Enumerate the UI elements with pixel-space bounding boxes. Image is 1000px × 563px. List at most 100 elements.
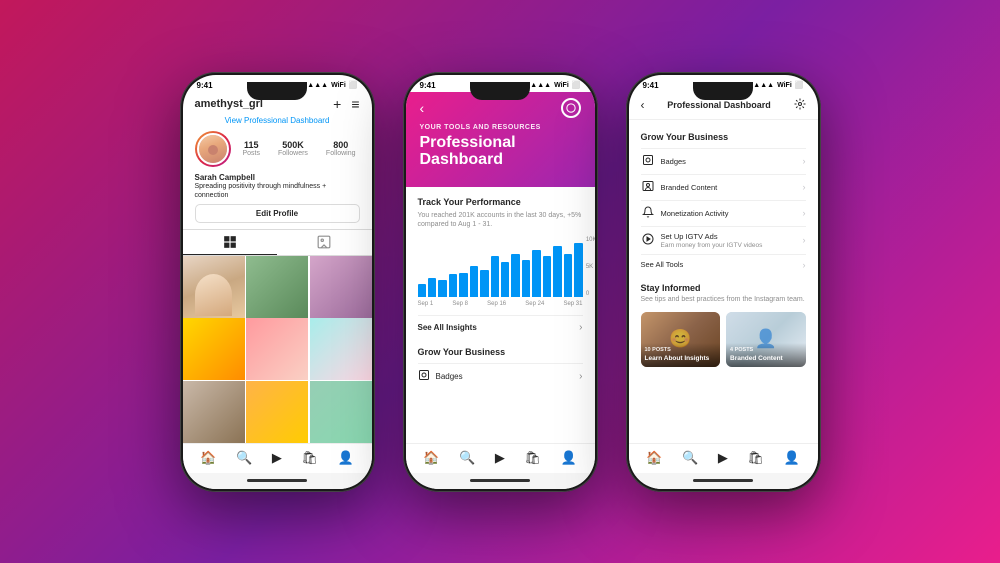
reels-nav-icon-3[interactable]: ▶	[718, 450, 728, 466]
grid-item-9[interactable]	[310, 381, 372, 442]
profile-tabs	[183, 229, 372, 256]
grid-item-6[interactable]	[310, 318, 372, 380]
chart-bar-10	[511, 254, 519, 297]
badges-menu-icon	[641, 154, 655, 169]
profile-nav-icon[interactable]: 👤	[337, 450, 353, 466]
battery-icon-3: ⬜	[795, 81, 804, 89]
label-sep16: Sep 16	[487, 301, 506, 307]
dashboard-content: ‹ Your Tools and Resources Professional …	[406, 92, 595, 443]
username: amethyst_grl	[195, 98, 263, 110]
settings-circle-icon[interactable]	[561, 98, 581, 118]
profile-nav-icon-2[interactable]: 👤	[560, 450, 576, 466]
shop-nav-icon-3[interactable]: 🛍	[747, 450, 764, 466]
grid-item-5[interactable]	[246, 318, 308, 380]
grid-item-1[interactable]	[183, 256, 245, 318]
see-all-insights-link[interactable]: See All Insights ›	[418, 315, 583, 339]
label-sep31: Sep 31	[563, 301, 582, 307]
home-indicator-1	[183, 473, 372, 489]
dashboard-subtitle: Your Tools and Resources	[420, 124, 581, 131]
see-all-tools-link[interactable]: See All Tools ›	[641, 254, 806, 275]
back-button-3[interactable]: ‹	[641, 98, 645, 112]
view-dashboard-link[interactable]: View Professional Dashboard	[183, 116, 372, 131]
shop-nav-icon-2[interactable]: 🛍	[524, 450, 541, 466]
signal-icon-3: ▲▲▲	[753, 82, 774, 89]
chart-bar-6	[470, 266, 478, 297]
header-icons: + ≡	[333, 96, 359, 112]
bottom-nav-1: 🏠 🔍 ▶ 🛍 👤	[183, 443, 372, 473]
branded-content-menu-item[interactable]: Branded Content ›	[641, 174, 806, 200]
dashboard-body: Track Your Performance You reached 201K …	[406, 187, 595, 443]
learn-insights-title: Learn About Insights	[645, 355, 717, 363]
add-post-icon[interactable]: +	[333, 96, 341, 112]
see-all-insights-label: See All Insights	[418, 323, 477, 332]
chart-bar-7	[480, 270, 488, 297]
badges-item[interactable]: Badges ›	[418, 363, 583, 389]
badges-menu-item[interactable]: Badges ›	[641, 148, 806, 174]
shop-nav-icon[interactable]: 🛍	[301, 450, 318, 466]
grid-item-3[interactable]	[310, 256, 372, 318]
edit-profile-button[interactable]: Edit Profile	[195, 204, 360, 223]
notch-3	[693, 82, 753, 100]
igtv-ads-menu-item[interactable]: Set Up IGTV Ads Earn money from your IGT…	[641, 226, 806, 254]
search-nav-icon[interactable]: 🔍	[236, 450, 252, 466]
settings-icon-3[interactable]	[794, 98, 806, 113]
grid-item-8[interactable]	[246, 381, 308, 442]
search-nav-icon-3[interactable]: 🔍	[682, 450, 698, 466]
battery-icon: ⬜	[349, 81, 358, 89]
signal-icon-2: ▲▲▲	[530, 82, 551, 89]
posts-stat: 115 Posts	[242, 140, 260, 157]
grid-item-2[interactable]	[246, 256, 308, 318]
branded-content-menu-left: Branded Content	[641, 180, 718, 195]
following-stat: 800 Following	[326, 140, 356, 157]
branded-content-card[interactable]: 👤 4 Posts Branded Content	[726, 312, 806, 367]
search-nav-icon-2[interactable]: 🔍	[459, 450, 475, 466]
home-nav-icon-3[interactable]: 🏠	[646, 450, 662, 466]
igtv-ads-icon	[641, 233, 655, 248]
status-icons-3: ▲▲▲ WiFi ⬜	[753, 81, 803, 89]
branded-content-chevron: ›	[803, 182, 806, 192]
home-nav-icon-2[interactable]: 🏠	[423, 450, 439, 466]
igtv-ads-chevron: ›	[803, 235, 806, 245]
chart-bar-11	[522, 260, 530, 297]
igtv-ads-menu-left: Set Up IGTV Ads Earn money from your IGT…	[641, 232, 763, 249]
reels-nav-icon-2[interactable]: ▶	[495, 450, 505, 466]
see-all-tools-label: See All Tools	[641, 260, 684, 269]
grow-business-title-2: Grow Your Business	[418, 347, 583, 357]
badges-menu-left: Badges	[641, 154, 686, 169]
track-performance-desc: You reached 201K accounts in the last 30…	[418, 211, 583, 229]
home-nav-icon[interactable]: 🏠	[200, 450, 216, 466]
grid-item-7[interactable]	[183, 381, 245, 442]
bottom-nav-2: 🏠 🔍 ▶ 🛍 👤	[406, 443, 595, 473]
badges-icon	[418, 369, 430, 384]
learn-insights-card[interactable]: 😊 10 Posts Learn About Insights	[641, 312, 721, 367]
stay-informed-heading: Stay Informed	[641, 283, 806, 293]
grid-item-4[interactable]	[183, 318, 245, 380]
back-button-2[interactable]: ‹	[420, 100, 425, 116]
status-icons-2: ▲▲▲ WiFi ⬜	[530, 81, 580, 89]
monetization-chevron: ›	[803, 208, 806, 218]
learn-insights-overlay: 10 Posts Learn About Insights	[641, 343, 721, 367]
grid-tab[interactable]	[183, 230, 278, 255]
posts-count: 115	[242, 140, 260, 150]
followers-count: 500K	[278, 140, 308, 150]
phone-2: 9:41 ▲▲▲ WiFi ⬜ ‹ Your Tools and Resourc…	[403, 72, 598, 492]
see-all-tools-chevron: ›	[803, 260, 806, 270]
igtv-ads-sub: Earn money from your IGTV videos	[661, 242, 763, 249]
menu-icon[interactable]: ≡	[351, 96, 359, 112]
reels-nav-icon[interactable]: ▶	[272, 450, 282, 466]
time-1: 9:41	[197, 81, 213, 90]
chart-bar-4	[449, 274, 457, 297]
profile-nav-icon-3[interactable]: 👤	[783, 450, 799, 466]
performance-chart: 10K 5K 0	[418, 237, 583, 297]
signal-icon: ▲▲▲	[307, 82, 328, 89]
phone-3: 9:41 ▲▲▲ WiFi ⬜ ‹ Professional Dashboard…	[626, 72, 821, 492]
dashboard-list-title: Professional Dashboard	[667, 100, 771, 110]
branded-content-card-overlay: 4 Posts Branded Content	[726, 343, 806, 367]
home-indicator-3	[629, 473, 818, 489]
badges-item-left: Badges	[418, 369, 463, 384]
monetization-icon	[641, 206, 655, 221]
monetization-menu-item[interactable]: Monetization Activity ›	[641, 200, 806, 226]
badges-label: Badges	[436, 372, 463, 381]
status-icons-1: ▲▲▲ WiFi ⬜	[307, 81, 357, 89]
tagged-tab[interactable]	[277, 230, 372, 255]
